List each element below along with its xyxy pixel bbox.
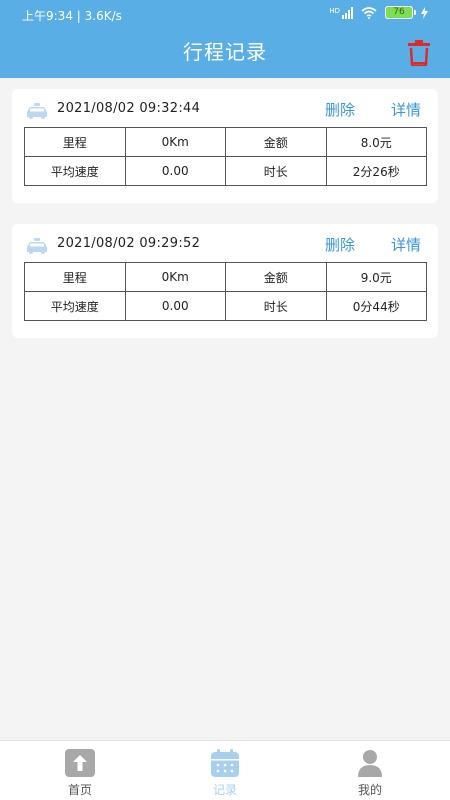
trip-datetime: 2021/08/02 09:29:52	[57, 236, 201, 251]
nav-home-label: 首页	[67, 783, 92, 797]
status-left: 上午9:34 | 3.6K/s	[22, 7, 122, 24]
taxi-icon	[27, 103, 47, 119]
trip-datetime: 2021/08/02 09:32:44	[57, 101, 201, 116]
amount-value: 8.0元	[325, 127, 427, 157]
wifi-icon	[361, 6, 377, 19]
page-title: 行程记录	[183, 40, 267, 64]
app-header: 上午9:34 | 3.6K/s HD 76 行程记录	[0, 0, 450, 78]
avg-speed-value: 0.00	[124, 156, 226, 186]
amount-label: 金额	[225, 127, 327, 157]
upload-arrow-icon	[65, 749, 95, 777]
avg-speed-label: 平均速度	[24, 291, 126, 321]
mileage-value: 0Km	[124, 262, 226, 292]
nav-records-label: 记录	[212, 783, 237, 797]
nav-profile-label: 我的	[357, 783, 382, 797]
battery-icon: 76	[385, 6, 416, 19]
nav-records[interactable]: 记录	[150, 741, 300, 800]
status-bar: 上午9:34 | 3.6K/s HD 76	[0, 0, 450, 30]
trip-stats-table: 里程 0Km 金额 8.0元 平均速度 0.00 时长 2分26秒	[24, 127, 427, 186]
trash-icon	[408, 40, 430, 68]
delete-button[interactable]: 删除	[325, 99, 355, 120]
mileage-label: 里程	[24, 262, 126, 292]
table-row: 里程 0Km 金额 8.0元	[24, 127, 427, 157]
network-label: HD	[329, 6, 340, 15]
mileage-label: 里程	[24, 127, 126, 157]
user-icon	[358, 750, 382, 777]
taxi-icon	[27, 238, 47, 254]
trash-button[interactable]	[408, 40, 430, 68]
duration-label: 时长	[225, 156, 327, 186]
status-time: 上午9:34	[22, 9, 73, 23]
delete-button[interactable]: 删除	[325, 234, 355, 255]
avg-speed-value: 0.00	[124, 291, 226, 321]
status-separator: |	[76, 9, 85, 23]
trip-card: 2021/08/02 09:29:52 删除 详情 里程 0Km 金额 9.0元…	[12, 224, 438, 338]
calendar-icon	[211, 749, 239, 777]
trip-card-header: 2021/08/02 09:32:44 删除 详情	[12, 89, 438, 127]
battery-level: 76	[393, 7, 405, 17]
trip-card: 2021/08/02 09:32:44 删除 详情 里程 0Km 金额 8.0元…	[12, 89, 438, 203]
nav-home[interactable]: 首页	[5, 741, 155, 800]
detail-button[interactable]: 详情	[391, 99, 421, 120]
duration-value: 2分26秒	[325, 156, 427, 186]
status-right: HD 76	[329, 6, 428, 19]
duration-label: 时长	[225, 291, 327, 321]
trip-stats-table: 里程 0Km 金额 9.0元 平均速度 0.00 时长 0分44秒	[24, 262, 427, 321]
nav-profile[interactable]: 我的	[295, 741, 445, 800]
status-speed: 3.6K/s	[84, 9, 122, 23]
table-row: 平均速度 0.00 时长 2分26秒	[24, 156, 427, 186]
charging-icon	[421, 6, 428, 19]
mileage-value: 0Km	[124, 127, 226, 157]
avg-speed-label: 平均速度	[24, 156, 126, 186]
detail-button[interactable]: 详情	[391, 234, 421, 255]
table-row: 平均速度 0.00 时长 0分44秒	[24, 291, 427, 321]
signal-icon: HD	[329, 6, 353, 19]
trip-card-header: 2021/08/02 09:29:52 删除 详情	[12, 224, 438, 262]
bottom-nav: 首页 记录 我的	[0, 740, 450, 800]
amount-label: 金额	[225, 262, 327, 292]
amount-value: 9.0元	[325, 262, 427, 292]
duration-value: 0分44秒	[325, 291, 427, 321]
table-row: 里程 0Km 金额 9.0元	[24, 262, 427, 292]
